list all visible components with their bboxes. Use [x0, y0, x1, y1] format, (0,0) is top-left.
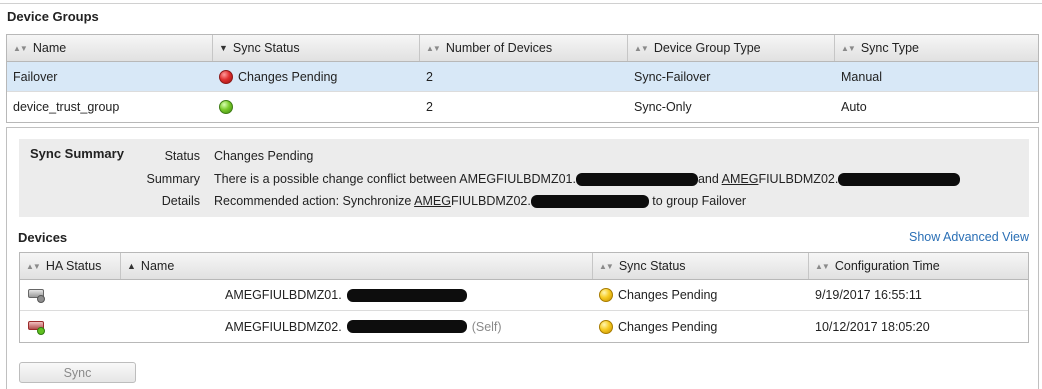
- redacted-mark: [838, 173, 961, 187]
- cell-device-count: 2: [426, 100, 433, 114]
- summary-host2: FIULBDMZ02.: [758, 172, 839, 186]
- summary-label: Summary: [146, 172, 200, 186]
- sort-icon: ▲▼: [815, 261, 830, 271]
- show-advanced-view-link[interactable]: Show Advanced View: [909, 230, 1029, 244]
- sort-icon: ▲▼: [13, 43, 28, 53]
- column-label: Number of Devices: [445, 41, 553, 55]
- column-header-name[interactable]: ▲ Name: [121, 253, 593, 279]
- redacted-mark: [575, 173, 698, 187]
- sort-icon: ▲▼: [634, 43, 649, 53]
- column-label: Name: [32, 41, 67, 55]
- status-yellow-icon: [599, 288, 613, 302]
- column-header-configuration-time[interactable]: ▲▼ Configuration Time: [809, 253, 1028, 279]
- cell-name[interactable]: Failover: [7, 62, 213, 91]
- cell-sync-status: Changes Pending: [593, 311, 809, 342]
- column-label: Device Group Type: [653, 41, 761, 55]
- column-label: Sync Status: [618, 259, 686, 273]
- details-host: FIULBDMZ02.: [450, 194, 531, 208]
- details-label: Details: [161, 194, 200, 208]
- column-header-device-group-type[interactable]: ▲▼ Device Group Type: [628, 35, 835, 61]
- summary-value: There is a possible change conflict betw…: [214, 172, 961, 187]
- cell-sync-type: Manual: [841, 69, 882, 84]
- cell-group-type: Sync-Only: [634, 100, 692, 114]
- cell-ha-status: [20, 311, 121, 342]
- cell-config-time: 9/19/2017 16:55:11: [815, 288, 922, 302]
- summary-mid: and: [697, 172, 722, 186]
- cell-sync-status: [213, 92, 420, 122]
- cell-name[interactable]: device_trust_group: [7, 92, 213, 122]
- redacted-mark: [530, 195, 649, 209]
- redacted-mark: [346, 320, 467, 333]
- cell-sync-status: Changes Pending: [593, 280, 809, 310]
- cell-device-name[interactable]: AMEGFIULBDMZ01.: [121, 280, 593, 310]
- status-green-icon: [219, 100, 233, 114]
- server-standby-icon: [28, 287, 46, 303]
- device-name: AMEGFIULBDMZ02.: [225, 319, 342, 334]
- column-header-sync-status[interactable]: ▼ Sync Status: [213, 35, 420, 61]
- table-row-failover[interactable]: Failover Changes Pending 2 Sync-Failover…: [7, 62, 1038, 92]
- cell-sync-status: Changes Pending: [213, 62, 420, 91]
- sort-icon: ▲▼: [841, 43, 856, 53]
- column-label: HA Status: [45, 259, 102, 273]
- column-label: Sync Status: [232, 41, 300, 55]
- summary-host2-underlined: AMEG: [721, 172, 759, 186]
- sync-status-text: Changes Pending: [618, 288, 718, 302]
- device-name: AMEGFIULBDMZ01.: [225, 288, 342, 302]
- column-header-ha-status[interactable]: ▲▼ HA Status: [20, 253, 121, 279]
- redacted-mark: [346, 288, 467, 302]
- devices-table: ▲▼ HA Status ▲ Name ▲▼ Sync Status ▲▼ Co…: [19, 252, 1029, 343]
- status-label: Status: [164, 149, 200, 163]
- column-header-number-of-devices[interactable]: ▲▼ Number of Devices: [420, 35, 628, 61]
- table-header: ▲▼ Name ▼ Sync Status ▲▼ Number of Devic…: [7, 35, 1038, 62]
- status-yellow-icon: [599, 319, 613, 334]
- devices-title: Devices: [18, 230, 68, 245]
- details-host-underlined: AMEG: [414, 194, 451, 208]
- details-value: Recommended action: Synchronize AMEGFIUL…: [214, 194, 747, 209]
- server-active-icon: [28, 319, 46, 335]
- sync-status-text: Changes Pending: [618, 319, 718, 334]
- column-header-sync-status[interactable]: ▲▼ Sync Status: [593, 253, 809, 279]
- sort-icon: ▲▼: [599, 261, 614, 271]
- sync-status-text: Changes Pending: [238, 69, 338, 84]
- cell-ha-status: [20, 280, 121, 310]
- status-value: Changes Pending: [214, 149, 314, 163]
- sort-asc-icon: ▲: [127, 261, 136, 271]
- table-header: ▲▼ HA Status ▲ Name ▲▼ Sync Status ▲▼ Co…: [20, 253, 1028, 280]
- details-prefix: Recommended action: Synchronize: [214, 194, 415, 208]
- device-groups-table: ▲▼ Name ▼ Sync Status ▲▼ Number of Devic…: [6, 34, 1039, 123]
- column-header-sync-type[interactable]: ▲▼ Sync Type: [835, 35, 1038, 61]
- table-row[interactable]: AMEGFIULBDMZ02. (Self) Changes Pending 10…: [20, 311, 1028, 342]
- cell-device-count: 2: [426, 69, 433, 84]
- column-label: Configuration Time: [834, 259, 940, 273]
- cell-device-name[interactable]: AMEGFIULBDMZ02. (Self): [121, 311, 593, 342]
- status-red-icon: [219, 69, 233, 84]
- sort-icon: ▲▼: [26, 261, 41, 271]
- cell-group-type: Sync-Failover: [634, 69, 711, 84]
- top-border: [0, 3, 1042, 4]
- table-row[interactable]: AMEGFIULBDMZ01. Changes Pending 9/19/201…: [20, 280, 1028, 311]
- details-suffix: to group Failover: [648, 194, 747, 208]
- sync-summary-box: Sync Summary Status Changes Pending Summ…: [19, 139, 1029, 217]
- self-tag: (Self): [471, 319, 502, 334]
- cell-config-time: 10/12/2017 18:05:20: [815, 319, 930, 334]
- sync-button[interactable]: Sync: [19, 362, 136, 383]
- column-label: Sync Type: [860, 41, 919, 55]
- column-label: Name: [140, 259, 175, 273]
- sort-icon: ▲▼: [426, 43, 441, 53]
- summary-prefix: There is a possible change conflict betw…: [214, 172, 576, 186]
- cell-sync-type: Auto: [841, 100, 867, 114]
- panel-title: Device Groups: [7, 9, 99, 24]
- column-header-name[interactable]: ▲▼ Name: [7, 35, 213, 61]
- table-row-device-trust-group[interactable]: device_trust_group 2 Sync-Only Auto: [7, 92, 1038, 122]
- sort-desc-icon: ▼: [219, 43, 228, 53]
